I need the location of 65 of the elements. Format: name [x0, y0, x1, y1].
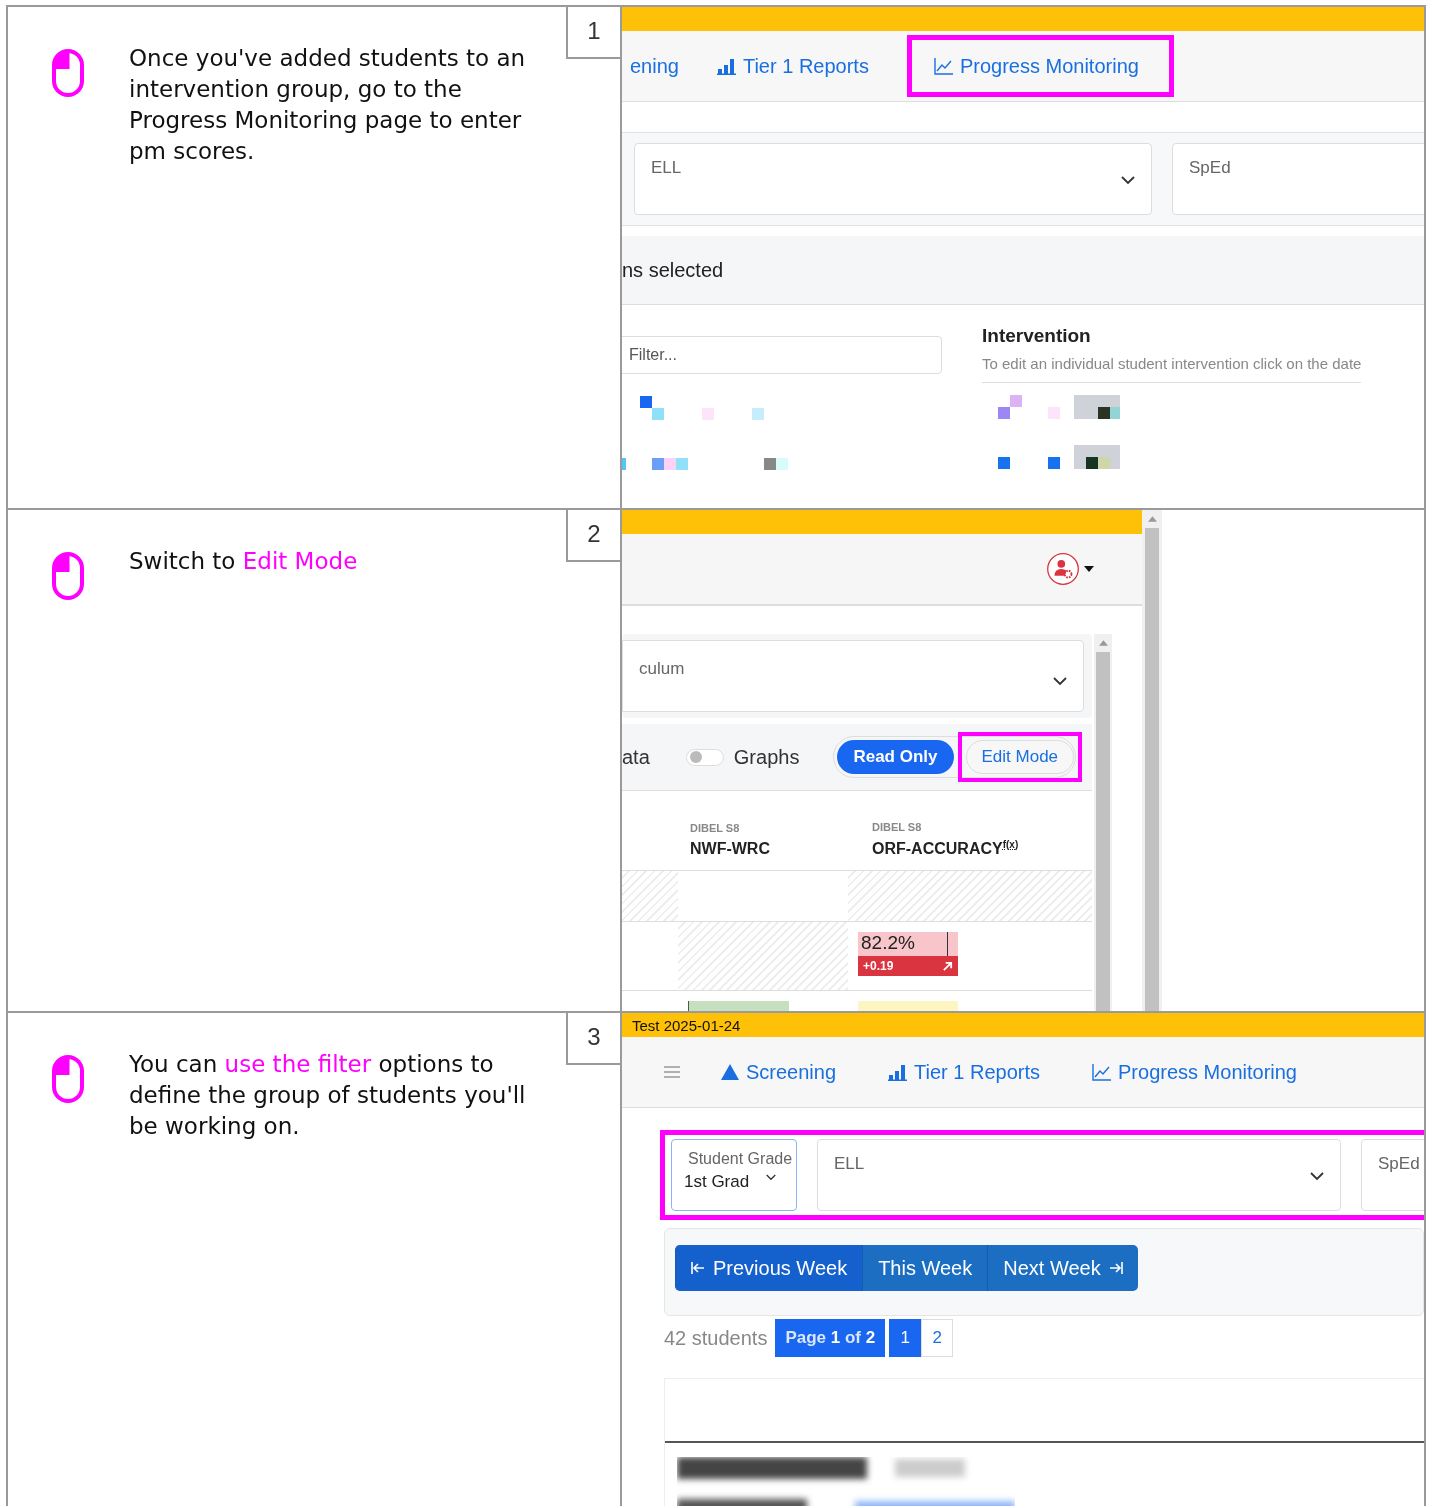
- week-button[interactable]: Next Week: [987, 1245, 1138, 1291]
- chevron-down-icon: [1121, 176, 1135, 185]
- step-number: 2: [566, 510, 622, 562]
- banner-text: Test 2025-01-24: [632, 1016, 741, 1034]
- menu-icon[interactable]: [664, 1065, 680, 1079]
- mouse-icon: [52, 552, 84, 600]
- arrow-right-icon: [1108, 1261, 1123, 1275]
- dropdown-field[interactable]: SpEd: [1361, 1139, 1424, 1211]
- hatched-cell: [622, 871, 678, 921]
- mouse-icon: [52, 49, 84, 97]
- score-value: 82.2%: [861, 932, 915, 955]
- scroll-up-icon: [1147, 516, 1157, 522]
- scroll-up-icon: [1098, 640, 1108, 646]
- nav-tab[interactable]: Screening: [720, 1060, 837, 1084]
- column-header: ORF-ACCURACY$^{f(x)}$: [872, 838, 1020, 858]
- nav-tab[interactable]: Tier 1 Reports: [888, 1060, 1041, 1084]
- filter-field[interactable]: Filter...: [622, 336, 942, 374]
- chevron-down-icon: [1053, 677, 1067, 686]
- page-button[interactable]: 2: [921, 1319, 954, 1357]
- column-header: NWF-WRC: [690, 840, 771, 858]
- dropdown-field[interactable]: ELL: [634, 143, 1152, 215]
- caret-icon: [1084, 566, 1094, 572]
- mode-button[interactable]: Read Only: [837, 740, 954, 774]
- step-number: 3: [566, 1013, 622, 1065]
- student-count: 42 students: [664, 1326, 768, 1350]
- arrow-icon: [942, 960, 953, 972]
- page-button[interactable]: 1: [889, 1319, 922, 1357]
- score-change: +0.19: [863, 959, 894, 973]
- nav-tab[interactable]: ening: [630, 54, 679, 78]
- nav-tab[interactable]: Tier 1 Reports: [716, 54, 869, 78]
- mouse-icon: [52, 1055, 84, 1103]
- toggle-label: Graphs: [733, 745, 800, 769]
- toggle-switch[interactable]: [685, 748, 724, 766]
- page-info: Page 1 of 2: [775, 1319, 886, 1357]
- grade-dropdown[interactable]: Student Grade 1st Grad: [671, 1139, 797, 1211]
- week-button[interactable]: Previous Week: [675, 1245, 863, 1291]
- line-chart-icon: [1092, 1063, 1113, 1081]
- line-chart-icon: [933, 57, 954, 75]
- bar-chart-icon: [888, 1063, 909, 1081]
- step-number: 1: [566, 7, 622, 59]
- triangle-icon: [720, 1063, 740, 1081]
- column-group: DIBEL S8: [872, 820, 1112, 833]
- column-group: DIBEL S8: [690, 822, 860, 834]
- week-button[interactable]: This Week: [862, 1245, 988, 1291]
- chevron-down-icon: [766, 1174, 776, 1181]
- bar-chart-icon: [716, 57, 737, 75]
- dropdown-field[interactable]: culum: [622, 640, 1084, 712]
- selection-count: ns selected: [622, 258, 724, 282]
- dropdown-field[interactable]: ELL: [817, 1139, 1341, 1211]
- arrow-left-icon: [691, 1261, 705, 1275]
- nav-tab[interactable]: Progress Monitoring: [1092, 1060, 1297, 1084]
- user-settings-button[interactable]: [1046, 552, 1094, 586]
- scrollbar[interactable]: [1142, 510, 1162, 1011]
- section-hint: To edit an individual student intervention click on the date: [982, 355, 1362, 383]
- user-settings-icon: [1046, 552, 1080, 586]
- section-title: Intervention: [982, 325, 1092, 347]
- chevron-down-icon: [1310, 1172, 1324, 1181]
- toolbar-label: ata: [622, 745, 650, 769]
- step-instruction: Once you've added students to an intervention group, go to the Progress Monitoring page to enter pm scores.: [129, 44, 527, 166]
- step-instruction: You can use the filter options to define the group of students you'll be working on.: [129, 1050, 527, 1141]
- mode-button[interactable]: Edit Mode: [965, 740, 1075, 774]
- nav-tab[interactable]: Progress Monitoring: [906, 35, 1174, 97]
- dropdown-field[interactable]: SpEd: [1172, 143, 1424, 215]
- step-instruction: Switch to Edit Mode: [129, 547, 359, 576]
- scrollbar[interactable]: [1094, 634, 1112, 1011]
